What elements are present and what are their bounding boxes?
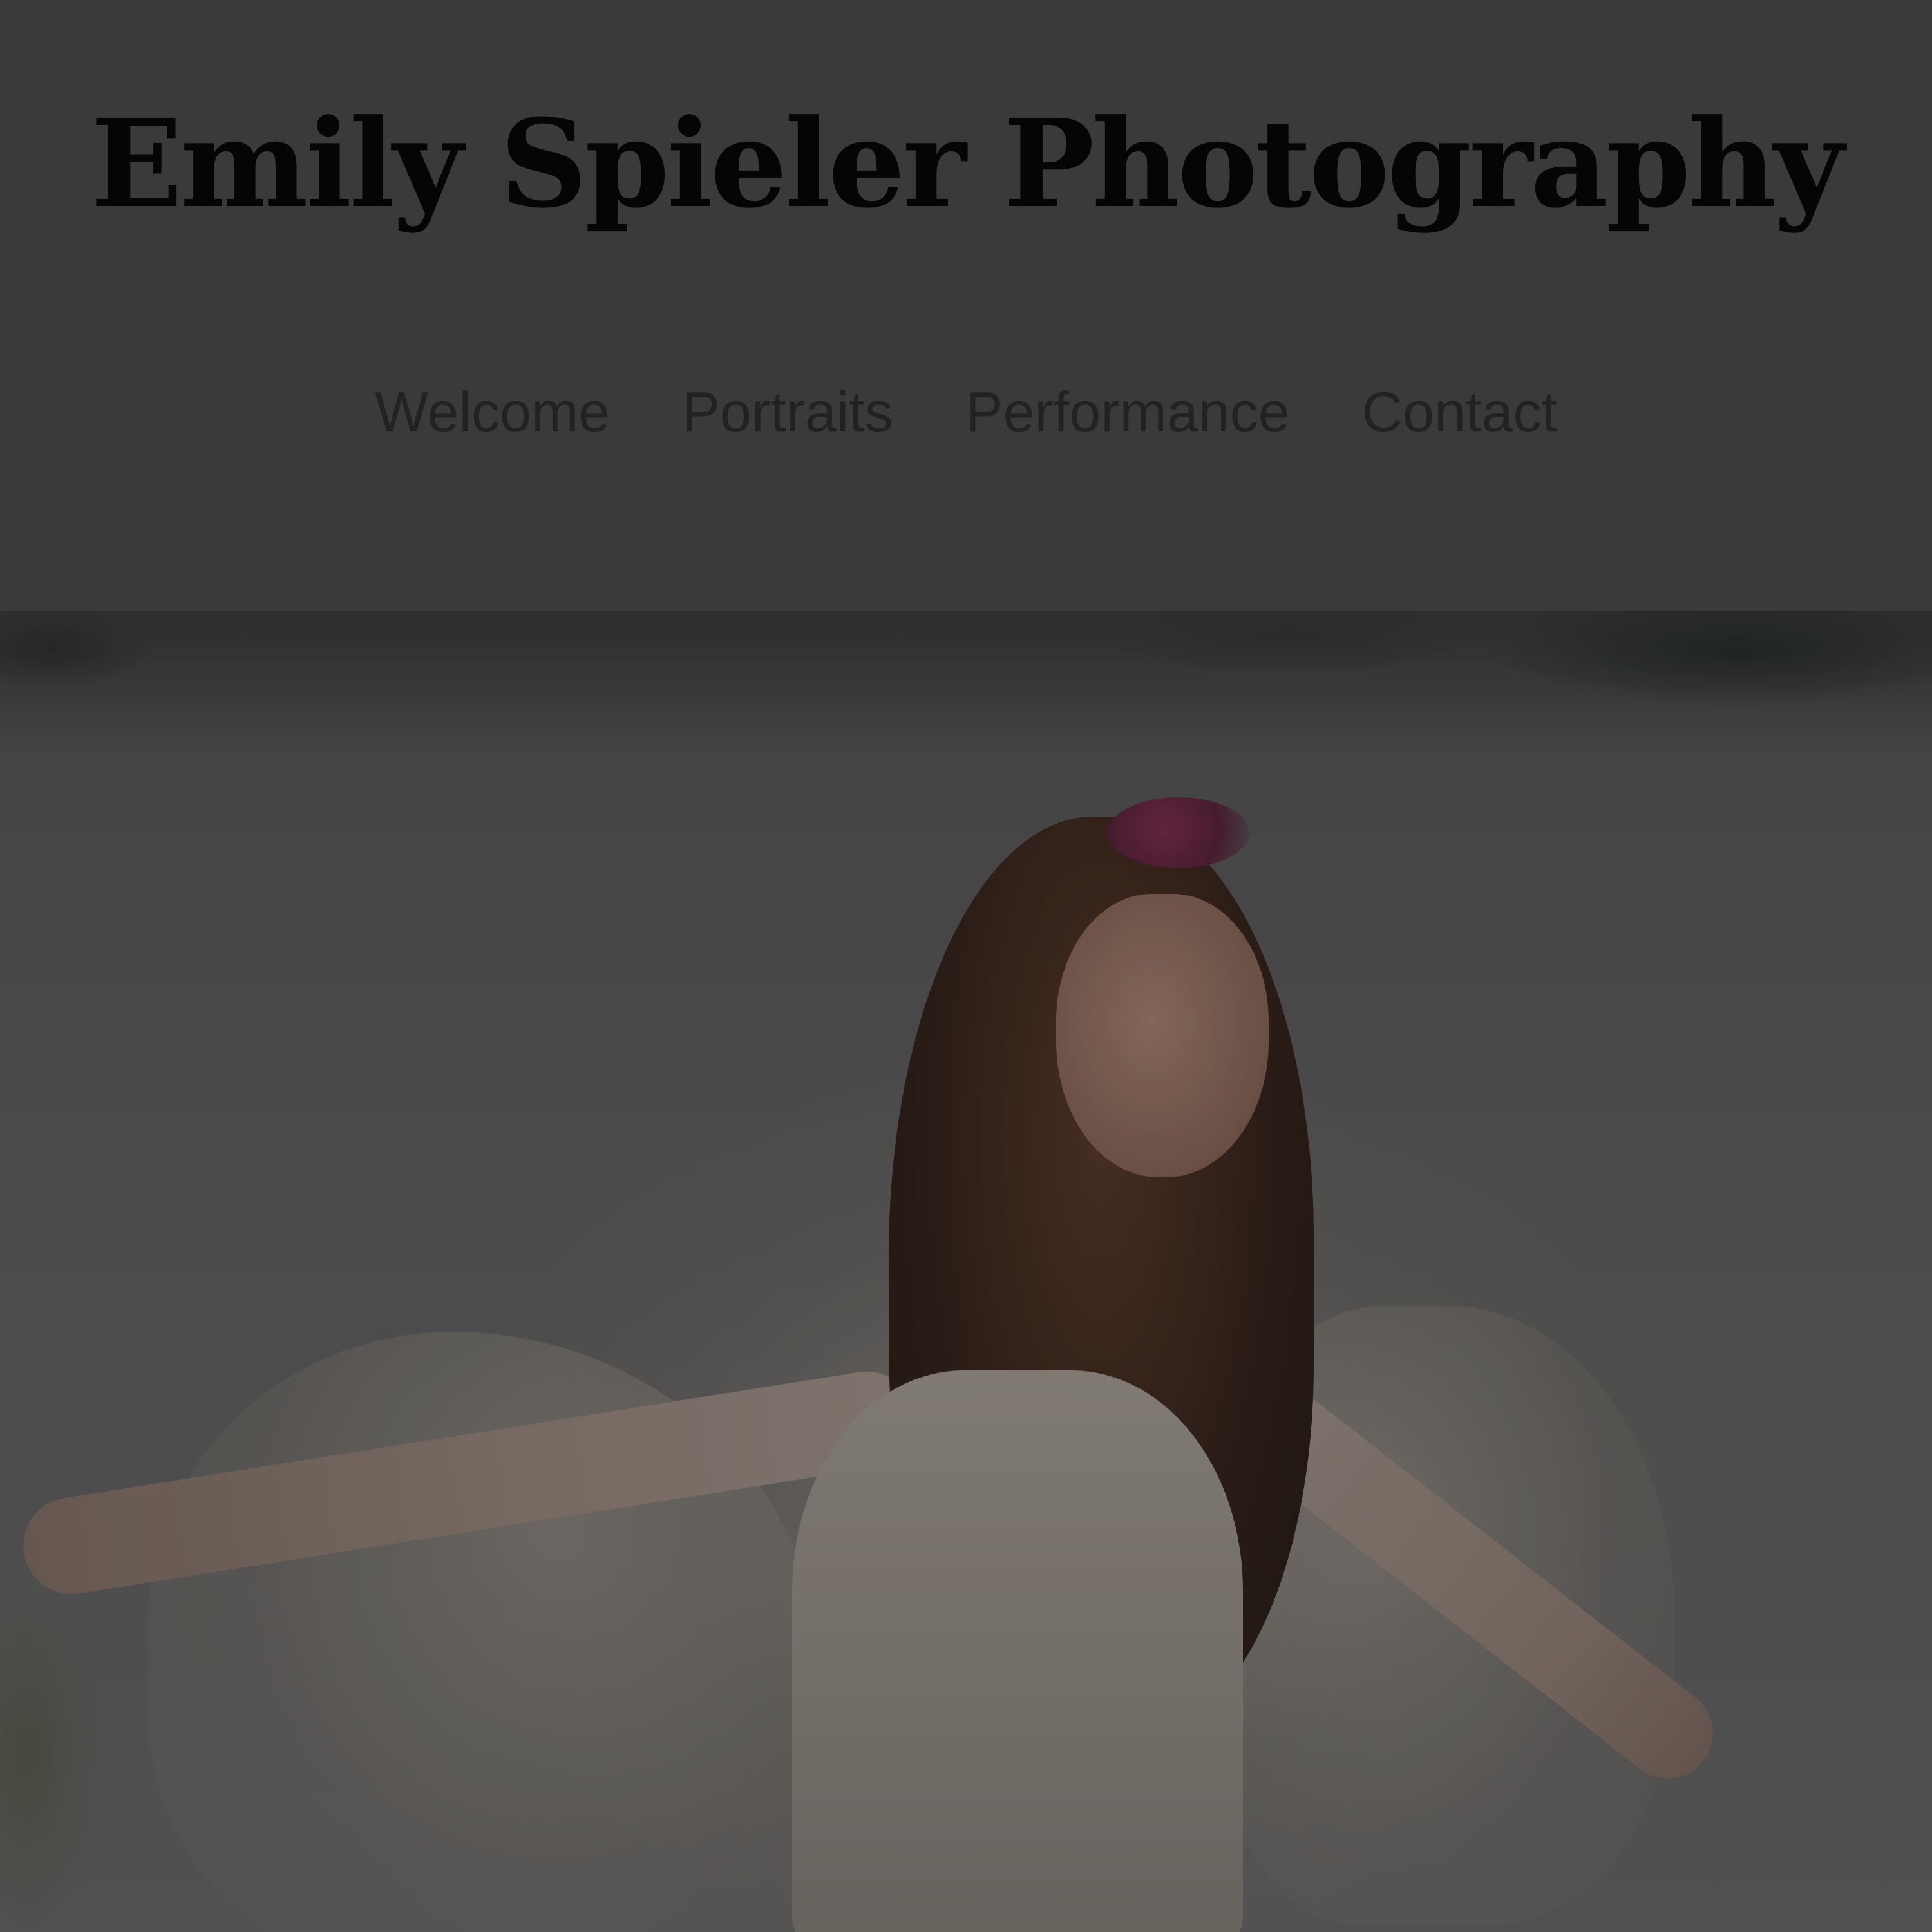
page: Emily Spieler Photography Welcome Portra… bbox=[0, 0, 1932, 1932]
nav-link-portraits[interactable]: Portraits bbox=[682, 374, 893, 451]
hero-photo bbox=[0, 611, 1932, 1932]
site-title[interactable]: Emily Spieler Photography bbox=[0, 80, 1932, 248]
site-header: Emily Spieler Photography Welcome Portra… bbox=[0, 0, 1932, 611]
nav-link-contact[interactable]: Contact bbox=[1362, 374, 1557, 451]
dim-overlay bbox=[0, 611, 1932, 1932]
nav-link-welcome[interactable]: Welcome bbox=[375, 374, 610, 451]
nav-link-performance[interactable]: Performance bbox=[965, 374, 1290, 451]
main-nav: Welcome Portraits Performance Contact bbox=[0, 374, 1932, 451]
